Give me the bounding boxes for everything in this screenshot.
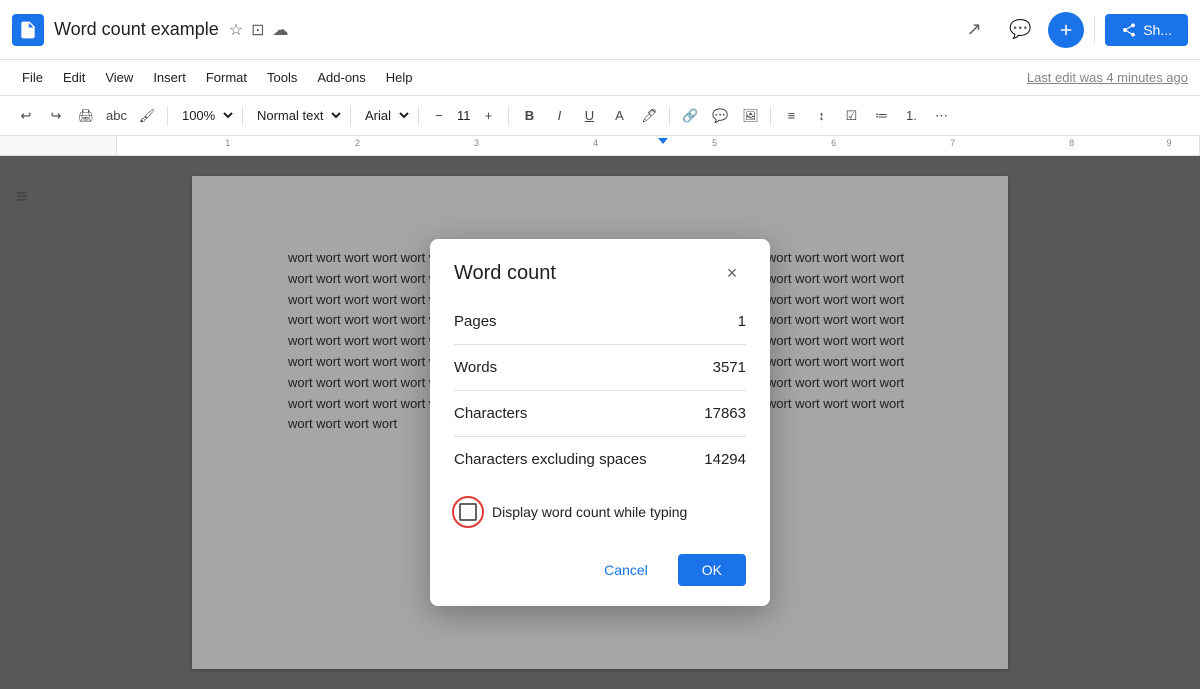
ruler-bar: 1 2 3 4 5 6 7 8 9	[116, 136, 1200, 155]
document-title: Word count example	[54, 19, 219, 40]
ruler-mark-1: 1	[225, 138, 230, 148]
header-separator	[1094, 16, 1095, 44]
undo-btn[interactable]: ↩	[12, 102, 40, 130]
cloud-icon[interactable]: ☁	[273, 20, 289, 40]
checkbox-ring	[452, 496, 484, 528]
dialog-body: Pages 1 Words 3571 Characters 17863 Char…	[430, 299, 770, 542]
font-size-value: 11	[455, 108, 473, 123]
menu-insert[interactable]: Insert	[143, 66, 196, 89]
ruler-indent-marker[interactable]	[658, 138, 668, 144]
underline-btn[interactable]: U	[575, 102, 603, 130]
paint-format-btn[interactable]: 🖌	[133, 102, 161, 130]
stat-row-0: Pages 1	[454, 299, 746, 345]
line-spacing-btn[interactable]: ↕	[807, 102, 835, 130]
dialog-footer: Cancel OK	[430, 542, 770, 606]
ruler: 1 2 3 4 5 6 7 8 9	[0, 136, 1200, 156]
italic-btn[interactable]: I	[545, 102, 573, 130]
sep2	[242, 106, 243, 126]
stats-container: Pages 1 Words 3571 Characters 17863 Char…	[454, 299, 746, 482]
numbered-list-btn[interactable]: 1.	[897, 102, 925, 130]
checkbox-label[interactable]: Display word count while typing	[492, 504, 687, 520]
star-icon[interactable]: ☆	[229, 20, 243, 40]
stat-value-1: 3571	[713, 359, 746, 376]
menu-tools[interactable]: Tools	[257, 66, 307, 89]
sep3	[350, 106, 351, 126]
sep7	[770, 106, 771, 126]
stat-row-2: Characters 17863	[454, 391, 746, 437]
app-icon[interactable]	[12, 14, 44, 46]
document-area: ≡ wort wort wort wort wort wort wort wor…	[0, 156, 1200, 689]
ruler-mark-2: 2	[355, 138, 360, 148]
font-size-decrease-btn[interactable]: −	[425, 102, 453, 130]
menu-view[interactable]: View	[95, 66, 143, 89]
sep4	[418, 106, 419, 126]
bullet-list-btn[interactable]: ≔	[867, 102, 895, 130]
word-count-dialog: Word count × Pages 1 Words 3571 Characte…	[430, 239, 770, 606]
link-btn[interactable]: 🔗	[676, 102, 704, 130]
highlight-btn[interactable]: 🖊	[635, 102, 663, 130]
ruler-mark-9: 9	[1167, 138, 1172, 148]
sep5	[508, 106, 509, 126]
dialog-header: Word count ×	[430, 239, 770, 299]
bold-btn[interactable]: B	[515, 102, 543, 130]
ruler-mark-5: 5	[712, 138, 717, 148]
menu-file[interactable]: File	[12, 66, 53, 89]
ruler-mark-4: 4	[593, 138, 598, 148]
stat-row-3: Characters excluding spaces 14294	[454, 437, 746, 482]
comment-btn[interactable]: 💬	[706, 102, 734, 130]
cancel-button[interactable]: Cancel	[586, 554, 666, 586]
menu-bar: File Edit View Insert Format Tools Add-o…	[0, 60, 1200, 96]
spellcheck-btn[interactable]: abc	[102, 102, 131, 130]
checkbox-container	[454, 498, 482, 526]
top-bar: Word count example ☆ ⊡ ☁ ↗ 💬 Sh...	[0, 0, 1200, 60]
menu-help[interactable]: Help	[376, 66, 423, 89]
dialog-title: Word count	[454, 262, 556, 285]
toolbar: ↩ ↪ 🖨 abc 🖌 100% Normal text Arial − 11 …	[0, 96, 1200, 136]
ruler-mark-8: 8	[1069, 138, 1074, 148]
align-btn[interactable]: ≡	[777, 102, 805, 130]
menu-addons[interactable]: Add-ons	[307, 66, 375, 89]
stat-value-3: 14294	[704, 451, 746, 468]
text-color-btn[interactable]: A	[605, 102, 633, 130]
stat-value-2: 17863	[704, 405, 746, 422]
move-icon[interactable]: ⊡	[251, 20, 264, 40]
chat-icon-btn[interactable]: 💬	[1002, 12, 1038, 48]
explore-icon-btn[interactable]: ↗	[956, 12, 992, 48]
print-btn[interactable]: 🖨	[72, 102, 100, 130]
stat-label-0: Pages	[454, 313, 497, 330]
share-button[interactable]: Sh...	[1105, 14, 1188, 46]
add-icon-btn[interactable]	[1048, 12, 1084, 48]
header-right: ↗ 💬 Sh...	[956, 12, 1188, 48]
ruler-mark-6: 6	[831, 138, 836, 148]
menu-format[interactable]: Format	[196, 66, 257, 89]
more-btn[interactable]: ⋯	[927, 102, 955, 130]
sep6	[669, 106, 670, 126]
dialog-close-btn[interactable]: ×	[718, 259, 746, 287]
checkbox-row: Display word count while typing	[454, 482, 746, 542]
stat-label-3: Characters excluding spaces	[454, 451, 647, 468]
stat-label-2: Characters	[454, 405, 527, 422]
ruler-mark-3: 3	[474, 138, 479, 148]
dialog-overlay: Word count × Pages 1 Words 3571 Characte…	[0, 156, 1200, 689]
title-icons: ☆ ⊡ ☁	[229, 20, 289, 40]
stat-label-1: Words	[454, 359, 497, 376]
zoom-select[interactable]: 100%	[174, 105, 236, 126]
image-btn[interactable]: 🖼	[736, 102, 764, 130]
last-edit-label[interactable]: Last edit was 4 minutes ago	[1027, 70, 1188, 85]
font-select[interactable]: Arial	[357, 105, 412, 126]
ruler-mark-7: 7	[950, 138, 955, 148]
stat-value-0: 1	[738, 313, 746, 330]
menu-edit[interactable]: Edit	[53, 66, 95, 89]
sep1	[167, 106, 168, 126]
font-size-increase-btn[interactable]: +	[474, 102, 502, 130]
paragraph-style-select[interactable]: Normal text	[249, 105, 344, 126]
ok-button[interactable]: OK	[678, 554, 746, 586]
redo-btn[interactable]: ↪	[42, 102, 70, 130]
checklist-btn[interactable]: ☑	[837, 102, 865, 130]
stat-row-1: Words 3571	[454, 345, 746, 391]
